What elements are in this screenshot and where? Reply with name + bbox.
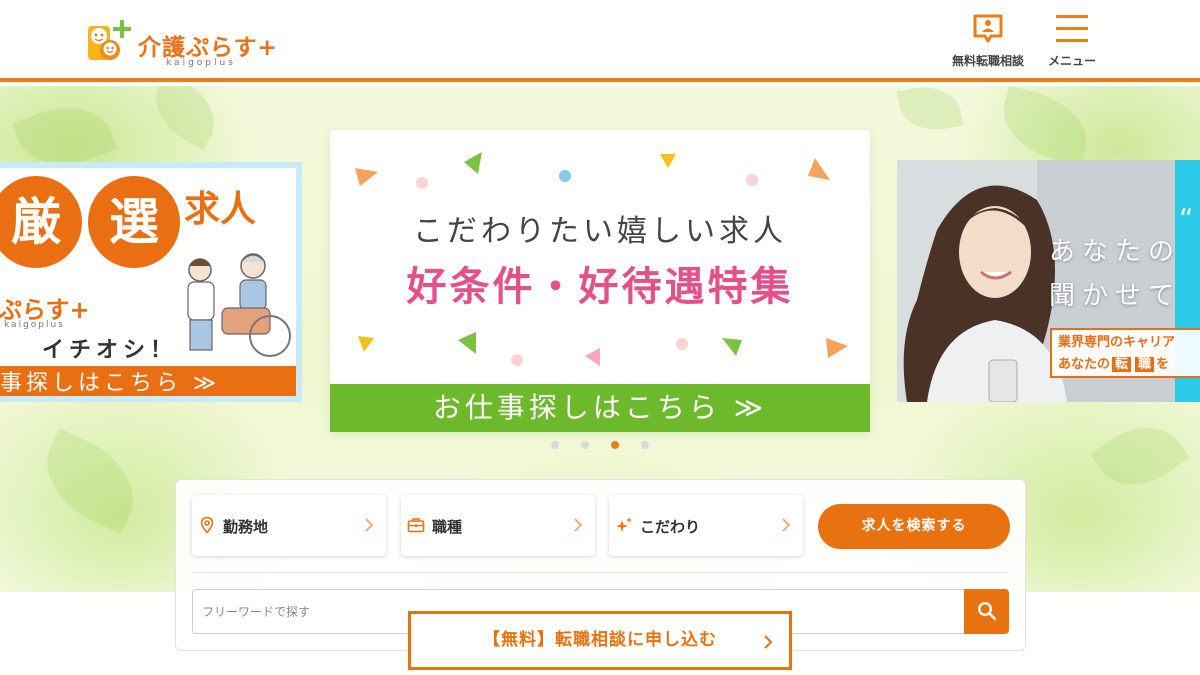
filter-job-type-label: 職種 (432, 518, 463, 536)
slide-tag-highlight: 転 (1112, 357, 1132, 372)
chevron-right-icon (365, 518, 374, 532)
filter-job-type[interactable]: 職種 (401, 495, 595, 556)
logo-mark-icon (88, 20, 131, 60)
briefcase-icon (407, 518, 425, 533)
leaf-decoration (29, 428, 151, 534)
leaf-decoration (993, 86, 1097, 167)
slide-tag-line1: 業界専門のキャリア (1058, 335, 1176, 350)
slide-cta[interactable]: お仕事探しはこちら ≫ (330, 384, 870, 432)
leaf-decoration (1090, 408, 1190, 504)
sparkle-icon (616, 517, 632, 532)
leaf-decoration (142, 86, 228, 151)
site-header: 介護ぷらす+ kaigoplus 無料転職相談 メニュー (0, 0, 1200, 82)
search-icon (977, 601, 997, 621)
carousel-pagination (548, 441, 658, 451)
slide-tag-prefix: あなたの (1058, 357, 1111, 372)
chevron-right-icon (782, 518, 791, 532)
site-logo[interactable]: 介護ぷらす+ kaigoplus (86, 14, 296, 72)
slide-title: 好条件・好待遇特集 (406, 264, 794, 310)
caregiver-illustration (187, 253, 291, 357)
filter-preferences[interactable]: こだわり (609, 495, 803, 556)
panel-divider (192, 572, 1009, 573)
carousel-slide-career-advisor[interactable]: あなたの 聞かせてく “ 業界専門のキャリア あなたの転職を (897, 160, 1200, 402)
slide-tag-suffix: を (1156, 357, 1170, 372)
hamburger-menu-icon (1056, 15, 1088, 42)
kanji-circle: 選 (88, 176, 180, 268)
map-pin-icon (200, 516, 214, 534)
free-consult-apply-label: 【無料】転職相談に申し込む (483, 630, 717, 650)
logo-subtext: kaigoplus (166, 58, 236, 68)
chevron-right-icon (574, 518, 583, 532)
carousel-dot-3[interactable] (611, 441, 619, 449)
slide-tag-line2: あなたの転職を (1058, 354, 1200, 376)
free-consult-header-button[interactable]: 無料転職相談 (943, 10, 1033, 72)
quote-mark: “ (1179, 202, 1194, 235)
slide-title-suffix: 求人 (184, 188, 257, 230)
chat-bubble-icon (973, 14, 1003, 43)
filter-location-label: 勤務地 (223, 518, 269, 536)
carousel-slide-selected-jobs[interactable]: 厳 選 求人 ぷらす+ kaigoplus イチオシ！ 事探しはこちら ≫ (0, 162, 302, 402)
menu-button[interactable]: メニュー (1027, 10, 1117, 72)
slide-subtitle: こだわりたい嬉しい求人 (413, 214, 787, 249)
filter-preferences-label: こだわり (640, 518, 701, 536)
slide-tag-highlight: 職 (1135, 357, 1155, 372)
carousel-dot-2[interactable] (581, 441, 589, 449)
filter-location[interactable]: 勤務地 (192, 495, 386, 556)
menu-label: メニュー (1047, 54, 1096, 68)
carousel-slide-good-conditions[interactable]: こだわりたい嬉しい求人 好条件・好待遇特集 お仕事探しはこちら ≫ (330, 130, 870, 432)
kanji-circle: 厳 (0, 176, 82, 268)
slide-cta[interactable]: 事探しはこちら ≫ (0, 366, 296, 396)
leaf-decoration (896, 86, 964, 136)
free-consult-apply-button[interactable]: 【無料】転職相談に申し込む (408, 611, 792, 670)
carousel-dot-1[interactable] (551, 441, 559, 449)
slide-brand-sub: kaigoplus (4, 320, 65, 330)
logo-text: 介護ぷらす+ (138, 35, 278, 61)
chevron-right-icon (764, 635, 773, 649)
slide-tagline: イチオシ！ (42, 338, 178, 363)
carousel-dot-4[interactable] (641, 441, 649, 449)
freeword-search-button[interactable] (964, 589, 1009, 634)
search-jobs-button[interactable]: 求人を検索する (818, 504, 1010, 549)
slide-tag: 業界専門のキャリア あなたの転職を (1050, 328, 1200, 378)
free-consult-header-label: 無料転職相談 (951, 54, 1024, 68)
